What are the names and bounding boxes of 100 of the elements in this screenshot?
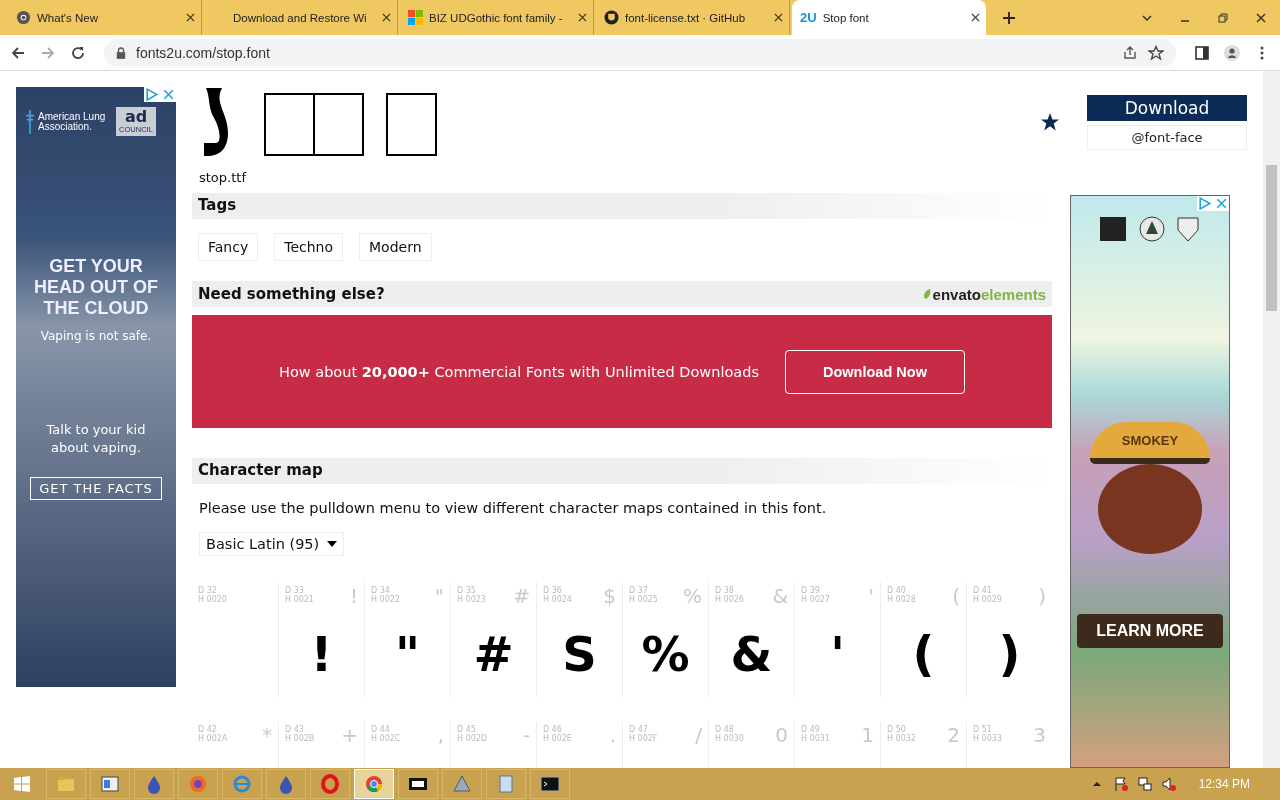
clock: 12:34 PM (1198, 777, 1250, 791)
close-tab-icon[interactable] (971, 13, 980, 22)
character-label: ! (349, 584, 358, 608)
triangle-icon (452, 774, 472, 794)
character-label: & (772, 584, 788, 608)
character-label: . (609, 723, 616, 747)
font-file-name: stop.ttf (199, 170, 248, 185)
character-code: D 45 H 002D (457, 725, 487, 743)
download-now-button[interactable]: Download Now (784, 349, 965, 394)
character-code: D 42 H 002A (198, 725, 228, 743)
console-icon (540, 774, 560, 794)
get-facts-button[interactable]: GET THE FACTS (30, 477, 162, 500)
ad-choices-icon[interactable] (144, 87, 176, 102)
promo-text: How about 20,000+ Commercial Fonts with Unlimited Downloads (279, 363, 759, 380)
flag-icon[interactable] (1112, 776, 1129, 792)
section-heading: Need something else? (198, 285, 385, 303)
bookmark-star-icon[interactable] (1148, 44, 1164, 61)
start-icon[interactable] (14, 776, 30, 792)
browser-tab[interactable]: BIZ UDGothic font family - (400, 0, 594, 35)
glyph-sample: & (729, 630, 774, 678)
font-face-button[interactable]: @font-face (1087, 125, 1247, 150)
character-code: D 51 H 0033 (973, 725, 1002, 743)
back-icon[interactable] (10, 44, 26, 61)
character-code: D 39 H 0027 (801, 586, 830, 604)
glyph-sample: ' (829, 630, 846, 678)
glyph-sample: ) (997, 630, 1022, 678)
glyph-sample: S (561, 630, 598, 678)
chrome-icon (364, 774, 384, 794)
character-code: D 49 H 0031 (801, 725, 830, 743)
taskbar-app[interactable] (398, 769, 438, 799)
character-label: ' (868, 584, 874, 608)
character-code: D 38 H 0026 (715, 586, 744, 604)
sponsor-logos-icon (1100, 216, 1200, 242)
ad-choices-icon[interactable] (1197, 196, 1229, 211)
glyph-sample: ! (309, 630, 334, 678)
tag-link[interactable]: Modern (359, 233, 432, 261)
browser-tab[interactable]: font-license.txt · GitHub (596, 0, 790, 35)
lock-icon (116, 46, 126, 59)
cross-logo-icon (26, 108, 34, 135)
character-code: D 46 H 002E (543, 725, 572, 743)
browser-tab[interactable]: Download and Restore Wi (204, 0, 398, 35)
close-tab-icon[interactable] (578, 13, 587, 22)
chrome-icon (16, 10, 31, 25)
close-tab-icon[interactable] (186, 13, 195, 22)
volume-muted-icon[interactable] (1160, 776, 1177, 792)
windows-logo-icon (408, 10, 423, 25)
address-bar[interactable]: fonts2u.com/stop.font (104, 38, 1176, 67)
scrollbar-thumb[interactable] (1266, 165, 1277, 311)
download-button[interactable]: Download (1087, 95, 1247, 121)
tag-link[interactable]: Techno (274, 233, 343, 261)
learn-more-button[interactable]: LEARN MORE (1077, 614, 1223, 648)
restore-icon[interactable] (1217, 11, 1229, 24)
reload-icon[interactable] (70, 44, 86, 61)
new-tab-icon[interactable] (1002, 10, 1016, 25)
character-code: D 41 H 0029 (973, 586, 1002, 604)
character-code: D 32 H 0020 (198, 586, 227, 604)
character-code: D 37 H 0025 (629, 586, 658, 604)
glyph-sample: " (394, 630, 421, 678)
taskbar-app[interactable] (530, 769, 570, 799)
character-label: + (341, 723, 358, 747)
character-code: D 36 H 0024 (543, 586, 572, 604)
character-code: D 40 H 0028 (887, 586, 916, 604)
ad-headline: GET YOUR HEAD OUT OF THE CLOUD (33, 256, 159, 319)
organization-name: American Lung Association. (38, 111, 106, 132)
tag-link[interactable]: Fancy (198, 233, 259, 261)
glyph-sample: # (472, 630, 515, 678)
character-set-dropdown[interactable]: Basic Latin (95) (199, 532, 345, 556)
browser-tab[interactable]: 2U Stop font (792, 0, 986, 35)
close-icon[interactable] (1255, 11, 1267, 24)
github-icon (604, 10, 619, 25)
character-label: ) (1038, 584, 1046, 608)
character-label: ( (952, 584, 960, 608)
character-code: D 48 H 0030 (715, 725, 744, 743)
profile-icon[interactable] (1224, 44, 1240, 61)
character-code: D 47 H 002F (629, 725, 658, 743)
close-tab-icon[interactable] (382, 13, 391, 22)
opera-icon (320, 774, 340, 794)
share-icon[interactable] (1122, 44, 1138, 61)
ad-text: Talk to your kid about vaping. (45, 421, 147, 457)
network-icon[interactable] (1136, 776, 1153, 792)
character-code: D 34 H 0022 (371, 586, 400, 604)
window-icon (100, 774, 120, 794)
character-label: - (522, 723, 530, 747)
character-label: % (683, 584, 702, 608)
close-tab-icon[interactable] (774, 13, 783, 22)
description-text: Please use the pulldown menu to view different character maps contained in this font. (199, 500, 828, 516)
side-panel-icon[interactable] (1194, 44, 1210, 61)
browser-tab[interactable]: What's New (8, 0, 202, 35)
character-label: $ (603, 584, 616, 608)
ad-subline: Vaping is not safe. (40, 329, 152, 343)
character-label: " (434, 584, 444, 608)
glyph-sample: ( (911, 630, 936, 678)
site-logo: 2U (800, 10, 817, 25)
character-code: D 33 H 0021 (285, 586, 314, 604)
favorite-star-icon[interactable] (1040, 112, 1060, 132)
browser-e-icon (232, 774, 252, 794)
hat-text: SMOKEY (1121, 432, 1179, 448)
smokey-bear-ad-banner[interactable]: SMOKEY LEARN MORE (1070, 195, 1230, 768)
caret-icon (327, 541, 338, 547)
firefox-icon (188, 774, 208, 794)
